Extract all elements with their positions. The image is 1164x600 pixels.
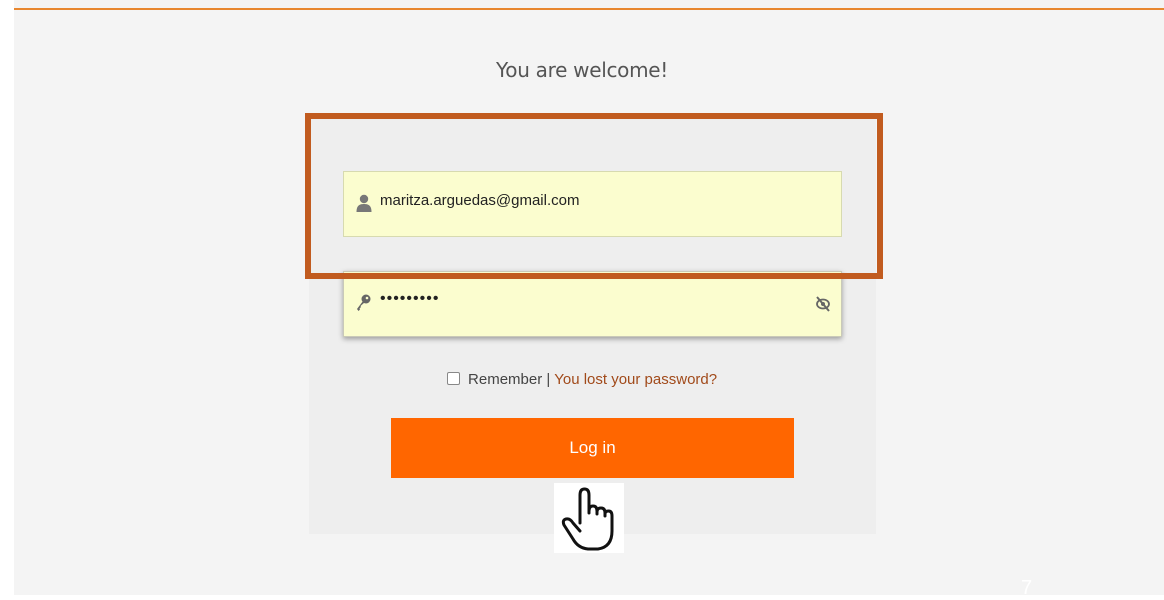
key-icon xyxy=(357,294,371,311)
lost-password-link[interactable]: You lost your password? xyxy=(554,371,717,388)
eye-slash-icon[interactable] xyxy=(815,294,831,312)
slide-page-number: 7 xyxy=(1021,577,1033,599)
welcome-heading: You are welcome! xyxy=(496,58,668,82)
remember-label: Remember xyxy=(468,371,543,388)
hand-pointer-icon xyxy=(554,483,624,553)
login-button[interactable]: Log in xyxy=(391,418,794,478)
separator: | xyxy=(546,371,551,388)
remember-row: Remember | You lost your password? xyxy=(0,371,1164,388)
highlight-annotation-box xyxy=(305,113,883,279)
top-divider xyxy=(14,8,1164,10)
remember-checkbox[interactable] xyxy=(446,372,460,385)
password-value: ••••••••• xyxy=(380,290,440,307)
password-field[interactable]: ••••••••• xyxy=(343,271,842,337)
